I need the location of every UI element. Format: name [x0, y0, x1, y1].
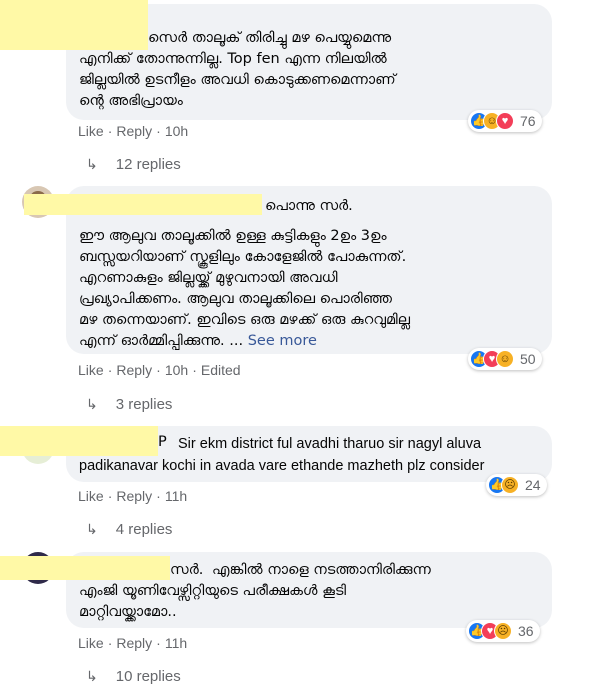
reaction-summary[interactable]: 👍 ♥ ☹ 36	[466, 620, 540, 642]
reply-arrow-icon: ↳	[86, 668, 98, 684]
comment-line: ജില്ലയിൽ ഉടനീളം അവധി കൊടുക്കണമെന്നാണ്	[79, 72, 396, 88]
view-replies-link[interactable]: ↳ 3 replies	[86, 396, 172, 413]
edited-label: Edited	[200, 362, 241, 378]
replies-count[interactable]: 4 replies	[116, 521, 173, 538]
comment-line: എങ്കിൽ നാളെ നടത്താനിരിക്കുന്ന	[212, 562, 431, 578]
comment-line: എന്ന് ഓർമ്മിപ്പിക്കുന്നു. ...	[79, 333, 244, 349]
reaction-count: 76	[520, 113, 536, 129]
replies-count[interactable]: 3 replies	[116, 396, 173, 413]
reply-button[interactable]: Reply	[116, 635, 152, 651]
commenter-name-suffix: സർ.	[170, 562, 204, 578]
view-replies-link[interactable]: ↳ 12 replies	[86, 156, 181, 173]
reaction-count: 36	[518, 623, 534, 639]
haha-icon: ☺	[496, 350, 514, 368]
comment-line: സെർ താലൂക് തിരിച്ചു മഴ പെയ്യുമെന്നു	[148, 30, 392, 46]
view-replies-link[interactable]: ↳ 4 replies	[86, 521, 172, 538]
like-button[interactable]: Like	[78, 635, 104, 651]
reaction-summary[interactable]: 👍 ♥ ☺ 50	[468, 348, 542, 370]
comment-timestamp[interactable]: 10h	[165, 362, 188, 378]
reply-arrow-icon: ↳	[86, 156, 98, 172]
replies-count[interactable]: 10 replies	[116, 668, 181, 685]
comment-actions: Like · Reply · 11h	[78, 488, 188, 504]
comment-line-last: എന്ന് ഓർമ്മിപ്പിക്കുന്നു. ... See more	[79, 331, 317, 352]
comment-actions: Like · Reply · 10h · Edited	[78, 362, 241, 378]
replies-count[interactable]: 12 replies	[116, 156, 181, 173]
comment-line: ബസ്സയറിയാണ് സ്കൂളിലും കോളേജിൽ പോകുന്നത്.	[79, 249, 407, 265]
comment-line: മഴ തന്നെയാണ്. ഇവിടെ ഒരു മഴക്ക് ഒരു കുറവു…	[79, 312, 411, 328]
comment-actions: Like · Reply · 10h	[78, 123, 189, 139]
redacted-commenter-name	[0, 426, 158, 456]
commenter-name-suffix: പൊന്നു സർ.	[265, 198, 353, 214]
reply-button[interactable]: Reply	[116, 362, 152, 378]
comment-line: Sir ekm district ful avadhi tharuo sir n…	[178, 436, 482, 452]
redacted-commenter-name	[0, 0, 148, 50]
comment-actions: Like · Reply · 11h	[78, 635, 188, 651]
reaction-summary[interactable]: 👍 ☺ ♥ 76	[468, 110, 542, 132]
reply-button[interactable]: Reply	[116, 123, 152, 139]
comment-line: എറണാകുളം ജില്ലയ്ക്ക് മുഴുവനായി അവധി	[79, 270, 338, 286]
sad-icon: ☹	[501, 476, 519, 494]
reply-arrow-icon: ↳	[86, 396, 98, 412]
see-more-link[interactable]: See more	[248, 333, 317, 349]
comment-line: padikanavar kochi in avada vare ethande …	[79, 458, 485, 474]
comment-timestamp[interactable]: 11h	[165, 635, 187, 651]
reply-arrow-icon: ↳	[86, 521, 98, 537]
redacted-commenter-name	[24, 194, 262, 215]
comment-line: പ്രഖ്യാപിക്കണം. ആലുവ താലൂക്കിലെ പൊരിഞ്ഞ	[79, 291, 392, 307]
like-button[interactable]: Like	[78, 488, 104, 504]
comment-line: ന്റെ അഭിപ്രായം	[79, 93, 183, 109]
reply-button[interactable]: Reply	[116, 488, 152, 504]
reaction-summary[interactable]: 👍 ☹ 24	[486, 474, 547, 496]
commenter-name-suffix: P	[158, 434, 167, 450]
love-icon: ♥	[496, 112, 514, 130]
reaction-count: 50	[520, 351, 536, 367]
reaction-count: 24	[525, 477, 541, 493]
view-replies-link[interactable]: ↳ 10 replies	[86, 668, 181, 685]
like-button[interactable]: Like	[78, 123, 104, 139]
redacted-commenter-name	[0, 556, 170, 580]
comment-line: എംജി യൂണിവേഴ്സിറ്റിയുടെ പരീക്ഷകൾ കൂടി	[79, 583, 347, 599]
comment-timestamp[interactable]: 11h	[165, 488, 187, 504]
comment-line: എനിക്ക് തോന്നുന്നില്ല. Top fen എന്ന നിലയ…	[79, 51, 387, 67]
comment-timestamp[interactable]: 10h	[165, 123, 188, 139]
sad-icon: ☹	[494, 622, 512, 640]
comment-line: മാറ്റിവയ്ക്കാമോ..	[79, 604, 177, 620]
like-button[interactable]: Like	[78, 362, 104, 378]
comment-line: ഈ ആലുവ താലൂക്കിൽ ഉള്ള കുട്ടികളും 2ഉം 3ഉം	[79, 228, 387, 244]
